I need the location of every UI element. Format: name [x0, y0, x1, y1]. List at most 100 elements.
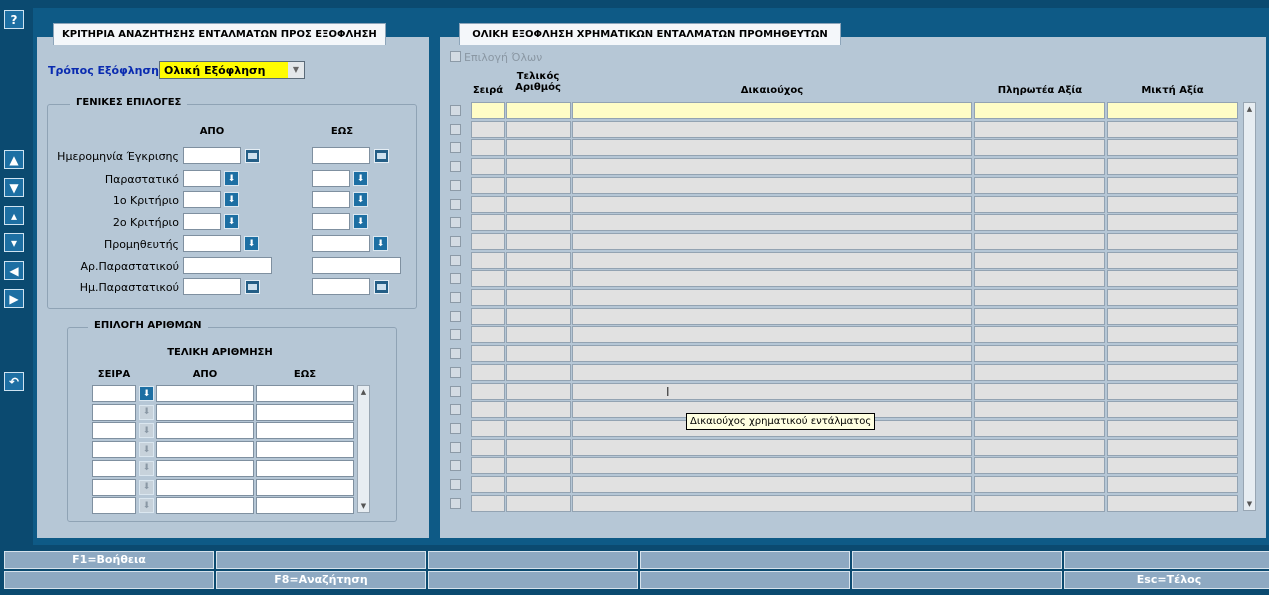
calendar-icon[interactable] — [245, 280, 260, 294]
series-cell[interactable] — [471, 401, 505, 419]
from-number-input[interactable] — [156, 403, 254, 421]
gross-amount-cell[interactable] — [1107, 139, 1238, 157]
previous-block-button[interactable]: ▴ — [4, 206, 24, 225]
payable-amount-cell[interactable] — [974, 289, 1105, 306]
tab-search-criteria[interactable]: ΚΡΙΤΗΡΙΑ ΑΝΑΖΗΤΗΣΗΣ ΕΝΤΑΛΜΑΤΩΝ ΠΡΟΣ ΕΞΟΦ… — [53, 23, 386, 45]
list-down-icon[interactable]: ⬇ — [139, 498, 154, 514]
final-number-cell[interactable] — [506, 363, 571, 381]
criterion1-to-input[interactable] — [312, 191, 350, 208]
final-number-cell[interactable] — [506, 158, 571, 176]
final-number-cell[interactable] — [506, 438, 571, 456]
calendar-icon[interactable] — [374, 149, 389, 163]
beneficiary-cell[interactable] — [572, 158, 972, 176]
row-select-checkbox[interactable] — [450, 105, 461, 116]
series-cell[interactable] — [471, 214, 505, 232]
payable-amount-cell[interactable] — [974, 363, 1105, 381]
series-cell[interactable] — [471, 438, 505, 456]
beneficiary-cell[interactable] — [572, 232, 972, 250]
row-select-checkbox[interactable] — [450, 404, 461, 416]
series-cell[interactable] — [471, 120, 505, 138]
series-cell[interactable] — [471, 419, 505, 437]
payable-amount-cell[interactable] — [974, 102, 1105, 119]
row-select-checkbox[interactable] — [450, 310, 461, 322]
scroll-up-icon[interactable]: ▲ — [1244, 103, 1255, 115]
payment-mode-select[interactable]: Ολική Εξόφληση ▼ — [159, 61, 305, 79]
payable-amount-cell[interactable] — [974, 476, 1105, 493]
list-down-icon[interactable]: ⬇ — [353, 171, 368, 186]
to-number-input[interactable] — [256, 441, 354, 459]
series-cell[interactable] — [471, 102, 505, 119]
function-key-button[interactable] — [428, 571, 638, 589]
payable-amount-cell[interactable] — [974, 494, 1105, 512]
gross-amount-cell[interactable] — [1107, 232, 1238, 250]
beneficiary-cell[interactable] — [572, 363, 972, 381]
series-cell[interactable] — [471, 345, 505, 363]
to-number-input[interactable] — [256, 459, 354, 477]
beneficiary-cell[interactable] — [572, 139, 972, 157]
function-key-button[interactable] — [428, 551, 638, 569]
payable-amount-cell[interactable] — [974, 345, 1105, 363]
payable-amount-cell[interactable] — [974, 120, 1105, 138]
row-select-checkbox[interactable] — [450, 217, 461, 229]
criterion1-from-input[interactable] — [183, 191, 221, 208]
scroll-down-icon[interactable]: ▼ — [358, 500, 369, 512]
series-input[interactable] — [92, 403, 136, 421]
beneficiary-cell[interactable] — [572, 176, 972, 194]
beneficiary-cell[interactable] — [572, 438, 972, 456]
function-key-button[interactable] — [640, 551, 850, 569]
first-record-button[interactable]: ▲ — [4, 150, 24, 169]
function-key-button[interactable] — [640, 571, 850, 589]
payable-amount-cell[interactable] — [974, 158, 1105, 176]
final-number-cell[interactable] — [506, 457, 571, 475]
to-number-input[interactable] — [256, 385, 354, 402]
series-cell[interactable] — [471, 139, 505, 157]
list-down-icon[interactable]: ⬇ — [139, 460, 154, 476]
approval-date-from-input[interactable] — [183, 147, 241, 164]
final-number-cell[interactable] — [506, 494, 571, 512]
beneficiary-cell[interactable] — [572, 289, 972, 306]
row-select-checkbox[interactable] — [450, 179, 461, 191]
voucher-date-from-input[interactable] — [183, 278, 241, 295]
function-key-button[interactable]: F1=Βοήθεια — [4, 551, 214, 569]
grid-scrollbar[interactable]: ▲ ▼ — [1243, 102, 1256, 511]
list-down-icon[interactable]: ⬇ — [224, 192, 239, 207]
series-cell[interactable] — [471, 158, 505, 176]
function-key-button[interactable] — [852, 571, 1062, 589]
row-select-checkbox[interactable] — [450, 292, 461, 303]
next-block-button[interactable]: ▾ — [4, 233, 24, 252]
payable-amount-cell[interactable] — [974, 457, 1105, 475]
series-input[interactable] — [92, 497, 136, 515]
row-select-checkbox[interactable] — [450, 497, 461, 509]
payable-amount-cell[interactable] — [974, 438, 1105, 456]
beneficiary-cell[interactable] — [572, 345, 972, 363]
series-cell[interactable] — [471, 176, 505, 194]
list-down-icon[interactable]: ⬇ — [139, 479, 154, 495]
final-number-cell[interactable] — [506, 176, 571, 194]
final-number-cell[interactable] — [506, 195, 571, 213]
gross-amount-cell[interactable] — [1107, 401, 1238, 419]
gross-amount-cell[interactable] — [1107, 419, 1238, 437]
gross-amount-cell[interactable] — [1107, 158, 1238, 176]
list-down-icon[interactable]: ⬇ — [373, 236, 388, 251]
to-number-input[interactable] — [256, 497, 354, 515]
final-number-cell[interactable] — [506, 289, 571, 306]
series-input[interactable] — [92, 422, 136, 440]
final-number-cell[interactable] — [506, 307, 571, 325]
row-select-checkbox[interactable] — [450, 422, 461, 434]
series-cell[interactable] — [471, 494, 505, 512]
payable-amount-cell[interactable] — [974, 401, 1105, 419]
scroll-down-icon[interactable]: ▼ — [1244, 498, 1255, 510]
gross-amount-cell[interactable] — [1107, 363, 1238, 381]
select-all-checkbox[interactable] — [450, 51, 461, 62]
series-cell[interactable] — [471, 363, 505, 381]
row-select-checkbox[interactable] — [450, 142, 461, 154]
calendar-icon[interactable] — [374, 280, 389, 294]
supplier-to-input[interactable] — [312, 235, 370, 252]
gross-amount-cell[interactable] — [1107, 476, 1238, 493]
beneficiary-cell[interactable] — [572, 382, 972, 400]
voucher-number-to-input[interactable] — [312, 257, 401, 274]
row-select-checkbox[interactable] — [450, 460, 461, 472]
function-key-button[interactable] — [4, 571, 214, 589]
numbering-scrollbar[interactable]: ▲ ▼ — [357, 385, 370, 513]
series-cell[interactable] — [471, 326, 505, 344]
